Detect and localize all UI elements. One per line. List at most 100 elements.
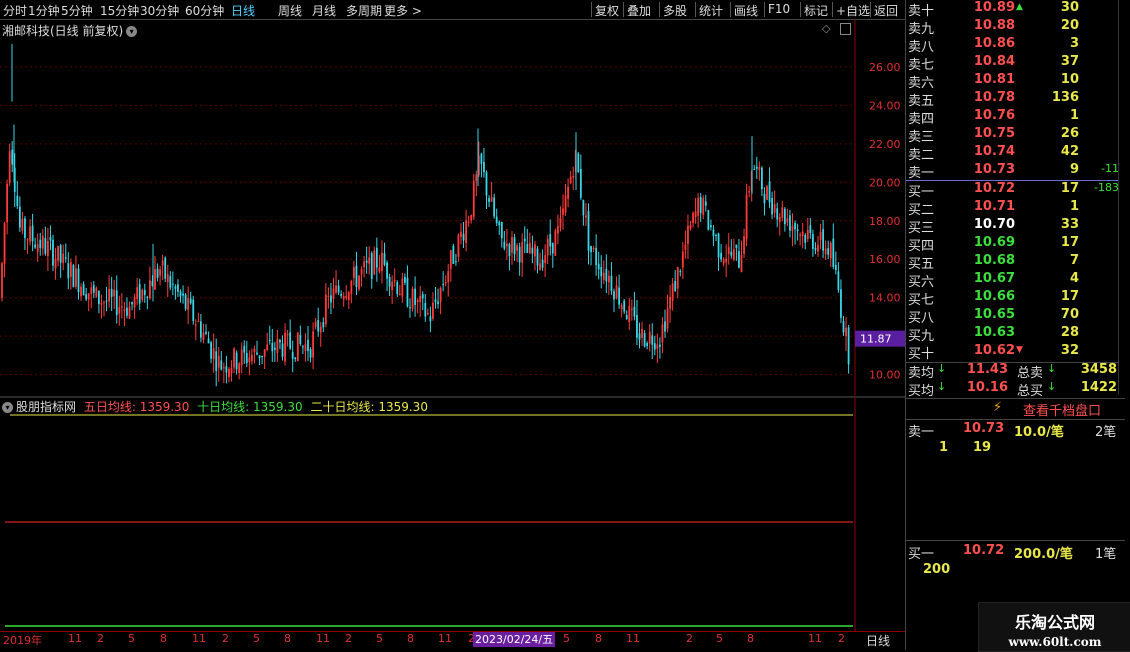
candle (347, 290, 350, 310)
order-book-row[interactable]: 买一 10.72 17 -183 (905, 181, 1125, 200)
arrow-down-icon: ↓ (937, 362, 947, 375)
order-book-row[interactable]: 卖八 10.86 3 (905, 36, 1125, 55)
date-tick-label: 11 (192, 632, 206, 645)
order-book-row[interactable]: 卖四 10.76 1 (905, 108, 1125, 127)
toolbar-action[interactable]: +自选 (836, 2, 870, 19)
order-book-row[interactable]: 卖九 10.88 20 (905, 18, 1125, 37)
order-book-row[interactable]: 买九 10.63 28 (905, 325, 1125, 344)
candle (544, 244, 547, 278)
toolbar-separator (659, 2, 660, 17)
toolbar-item[interactable]: 月线 (312, 2, 336, 19)
candle (429, 306, 432, 333)
order-book-row[interactable]: 买八 10.65 70 (905, 307, 1125, 326)
order-book-row[interactable]: 卖五 10.78 136 (905, 90, 1125, 109)
window-toggle-icon[interactable] (840, 23, 851, 35)
candle (11, 141, 14, 173)
sell1-order: 1 (939, 440, 949, 455)
candle (845, 316, 847, 352)
kline-svg[interactable]: 26.0024.0022.0020.0018.0016.0014.0012.00… (0, 20, 905, 395)
level-price: 10.88 (973, 18, 1015, 33)
candle (240, 342, 243, 374)
toolbar-item[interactable]: 15分钟 (100, 2, 139, 19)
toolbar-action[interactable]: 统计 (699, 2, 723, 19)
kline-chart[interactable]: 26.0024.0022.0020.0018.0016.0014.0012.00… (0, 20, 905, 395)
level-price: 10.66 (973, 289, 1015, 304)
toolbar-item[interactable]: 日线 (231, 2, 255, 19)
buy1-order: 200 (923, 562, 951, 577)
candle (166, 264, 169, 298)
toolbar-item[interactable]: 周线 (278, 2, 302, 19)
arrow-down-icon: ▼ (1016, 345, 1023, 355)
level-volume: 30 (1060, 0, 1079, 15)
toolbar-item[interactable]: 多周期 (346, 2, 382, 19)
candle (177, 279, 179, 297)
order-book-row[interactable]: 卖三 10.75 26 (905, 126, 1125, 145)
sell1-price: 10.73 (963, 421, 1005, 436)
watermark: 乐淘公式网 www.60lt.com (978, 602, 1130, 652)
level-label: 卖六 (908, 76, 935, 91)
candle (605, 254, 608, 294)
diamond-icon[interactable]: ◇ (822, 22, 830, 35)
watermark-title: 乐淘公式网 (1014, 613, 1095, 632)
candle (419, 286, 422, 317)
order-book-row[interactable]: 卖六 10.81 10 (905, 72, 1125, 91)
order-book-row[interactable]: 买四 10.69 17 (905, 235, 1125, 254)
candle (393, 268, 396, 287)
date-tick-label: 2 (222, 632, 229, 645)
toolbar-item[interactable]: 60分钟 (185, 2, 224, 19)
order-book-row[interactable]: 卖一 10.73 9 -11 (905, 162, 1125, 181)
sell1-count: 2笔 (1095, 425, 1117, 440)
candle (375, 237, 378, 282)
avg-sell-label: 卖均 (908, 366, 935, 381)
toolbar-item[interactable]: 分时 (3, 2, 27, 19)
avg-sell-row: 卖均 ↓ 11.43 总卖 ↓ 3458 (905, 362, 1125, 381)
candle (437, 288, 439, 309)
candle (648, 324, 651, 352)
candle (801, 222, 804, 249)
order-book-row[interactable]: 买六 10.67 4 (905, 271, 1125, 290)
candle (187, 286, 190, 325)
level-volume: 9 (1069, 162, 1079, 177)
toolbar-action[interactable]: 返回 (874, 2, 898, 19)
order-book-row[interactable]: 买十 10.62 32 ▼ (905, 343, 1125, 362)
toolbar-action[interactable]: 多股 (663, 2, 687, 19)
candle (161, 254, 164, 281)
toolbar-item[interactable]: 1分钟 (28, 2, 60, 19)
toolbar-action[interactable]: F10 (768, 2, 790, 16)
candle (44, 226, 47, 256)
divider (905, 398, 1125, 399)
candle (291, 340, 294, 373)
toolbar-action[interactable]: 标记 (804, 2, 828, 19)
date-tick-label: 2019年 (3, 634, 42, 647)
toolbar-item[interactable]: 更多 > (384, 2, 422, 19)
candle (796, 223, 799, 241)
level-price: 10.71 (973, 199, 1015, 214)
divider (905, 540, 1125, 541)
candle (342, 291, 345, 307)
indicator-panel[interactable] (0, 396, 905, 632)
order-book-row[interactable]: 买二 10.71 1 (905, 199, 1125, 218)
candle (712, 225, 715, 246)
chevron-down-icon[interactable]: ▾ (126, 26, 138, 37)
right-scroll-strip[interactable] (1118, 0, 1130, 395)
toolbar-action[interactable]: 复权 (595, 2, 619, 19)
toolbar-item[interactable]: 30分钟 (140, 2, 179, 19)
toolbar-item[interactable]: 5分钟 (61, 2, 93, 19)
candle (217, 347, 220, 382)
order-book-row[interactable]: 卖七 10.84 37 (905, 54, 1125, 73)
toolbar-action[interactable]: 画线 (734, 2, 758, 19)
date-tick-label: 11 (68, 632, 82, 645)
order-book-row[interactable]: 买五 10.68 7 (905, 253, 1125, 272)
order-book-row[interactable]: 卖十 10.89 30 ▲ (905, 0, 1125, 19)
toolbar-action[interactable]: 叠加 (627, 2, 651, 19)
candle (666, 294, 669, 333)
candle (273, 341, 276, 362)
level-price: 10.76 (973, 108, 1015, 123)
order-book-row[interactable]: 卖二 10.74 42 (905, 144, 1125, 163)
level-price: 10.63 (973, 325, 1015, 340)
order-book-row[interactable]: 买三 10.70 33 (905, 217, 1125, 236)
depth-button[interactable]: 查看千档盘口 (1023, 400, 1101, 419)
candle (29, 219, 31, 246)
order-book-row[interactable]: 买七 10.66 17 (905, 289, 1125, 308)
candle (579, 154, 582, 201)
